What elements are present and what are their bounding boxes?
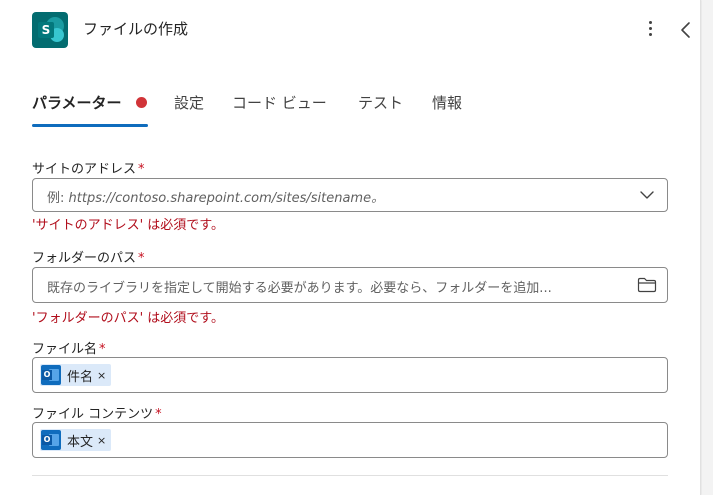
tab-code-view[interactable]: コード ビュー bbox=[232, 92, 327, 113]
active-tab-indicator bbox=[32, 124, 148, 127]
site-address-label: サイトのアドレス * bbox=[32, 158, 145, 177]
tab-info[interactable]: 情報 bbox=[432, 92, 462, 113]
placeholder-url: https://contoso.sharepoint.com/sites/sit… bbox=[68, 191, 385, 206]
site-address-placeholder: 例: https://contoso.sharepoint.com/sites/… bbox=[47, 187, 384, 206]
scrollbar-track[interactable] bbox=[702, 0, 713, 495]
sharepoint-icon: S bbox=[32, 12, 68, 48]
remove-token-button[interactable]: × bbox=[97, 369, 106, 382]
required-mark: * bbox=[138, 162, 145, 177]
tab-parameters[interactable]: パラメーター bbox=[32, 92, 122, 113]
tab-test[interactable]: テスト bbox=[358, 92, 403, 113]
file-name-label-text: ファイル名 bbox=[32, 342, 98, 357]
required-mark: * bbox=[155, 407, 162, 422]
placeholder-prefix: 例: bbox=[47, 191, 69, 206]
tab-settings-label: 設定 bbox=[174, 94, 205, 112]
folder-path-label: フォルダーのパス * bbox=[32, 247, 145, 266]
chevron-left-icon bbox=[681, 22, 690, 38]
file-content-label-text: ファイル コンテンツ bbox=[32, 407, 154, 422]
file-content-input[interactable]: O 本文 × bbox=[32, 422, 668, 458]
panel-header: S ファイルの作成 bbox=[0, 0, 700, 60]
tab-error-indicator bbox=[136, 97, 147, 108]
tab-parameters-label: パラメーター bbox=[32, 94, 122, 112]
section-divider bbox=[32, 475, 668, 476]
subject-token-label: 件名 bbox=[67, 369, 94, 385]
create-file-panel: S ファイルの作成 パラメーター 設定 コード ビュー テスト 情報 サイトのア… bbox=[0, 0, 701, 495]
required-mark: * bbox=[99, 342, 106, 357]
required-mark: * bbox=[138, 251, 145, 266]
body-token-label: 本文 bbox=[67, 434, 94, 450]
subject-token[interactable]: O 件名 × bbox=[40, 364, 112, 386]
more-vertical-icon bbox=[649, 21, 652, 24]
site-address-dropdown[interactable]: 例: https://contoso.sharepoint.com/sites/… bbox=[32, 178, 668, 212]
folder-path-error: 'フォルダーのパス' は必須です。 bbox=[32, 311, 224, 326]
folder-path-label-text: フォルダーのパス bbox=[32, 251, 137, 266]
tab-test-label: テスト bbox=[358, 94, 404, 112]
site-address-label-text: サイトのアドレス bbox=[32, 162, 137, 177]
body-token[interactable]: O 本文 × bbox=[40, 429, 112, 451]
more-options-button[interactable] bbox=[642, 17, 660, 41]
folder-path-input[interactable]: 既存のライブラリを指定して開始する必要があります。必要なら、フォルダーを追加..… bbox=[32, 267, 668, 303]
outlook-icon: O bbox=[41, 365, 61, 385]
file-content-label: ファイル コンテンツ * bbox=[32, 403, 162, 422]
collapse-panel-button[interactable] bbox=[678, 19, 694, 41]
tab-info-label: 情報 bbox=[432, 94, 463, 112]
outlook-icon: O bbox=[41, 430, 61, 450]
sharepoint-icon-letter: S bbox=[38, 22, 54, 38]
site-address-error: 'サイトのアドレス' は必須です。 bbox=[32, 218, 224, 233]
chevron-down-icon[interactable] bbox=[639, 189, 655, 201]
file-name-label: ファイル名 * bbox=[32, 338, 106, 357]
tab-settings[interactable]: 設定 bbox=[174, 92, 204, 113]
tab-code-view-label: コード ビュー bbox=[232, 94, 327, 112]
folder-path-placeholder: 既存のライブラリを指定して開始する必要があります。必要なら、フォルダーを追加..… bbox=[47, 281, 552, 296]
file-name-input[interactable]: O 件名 × bbox=[32, 357, 668, 393]
folder-icon[interactable] bbox=[637, 277, 657, 293]
panel-title: ファイルの作成 bbox=[83, 20, 189, 38]
remove-token-button[interactable]: × bbox=[97, 434, 106, 447]
